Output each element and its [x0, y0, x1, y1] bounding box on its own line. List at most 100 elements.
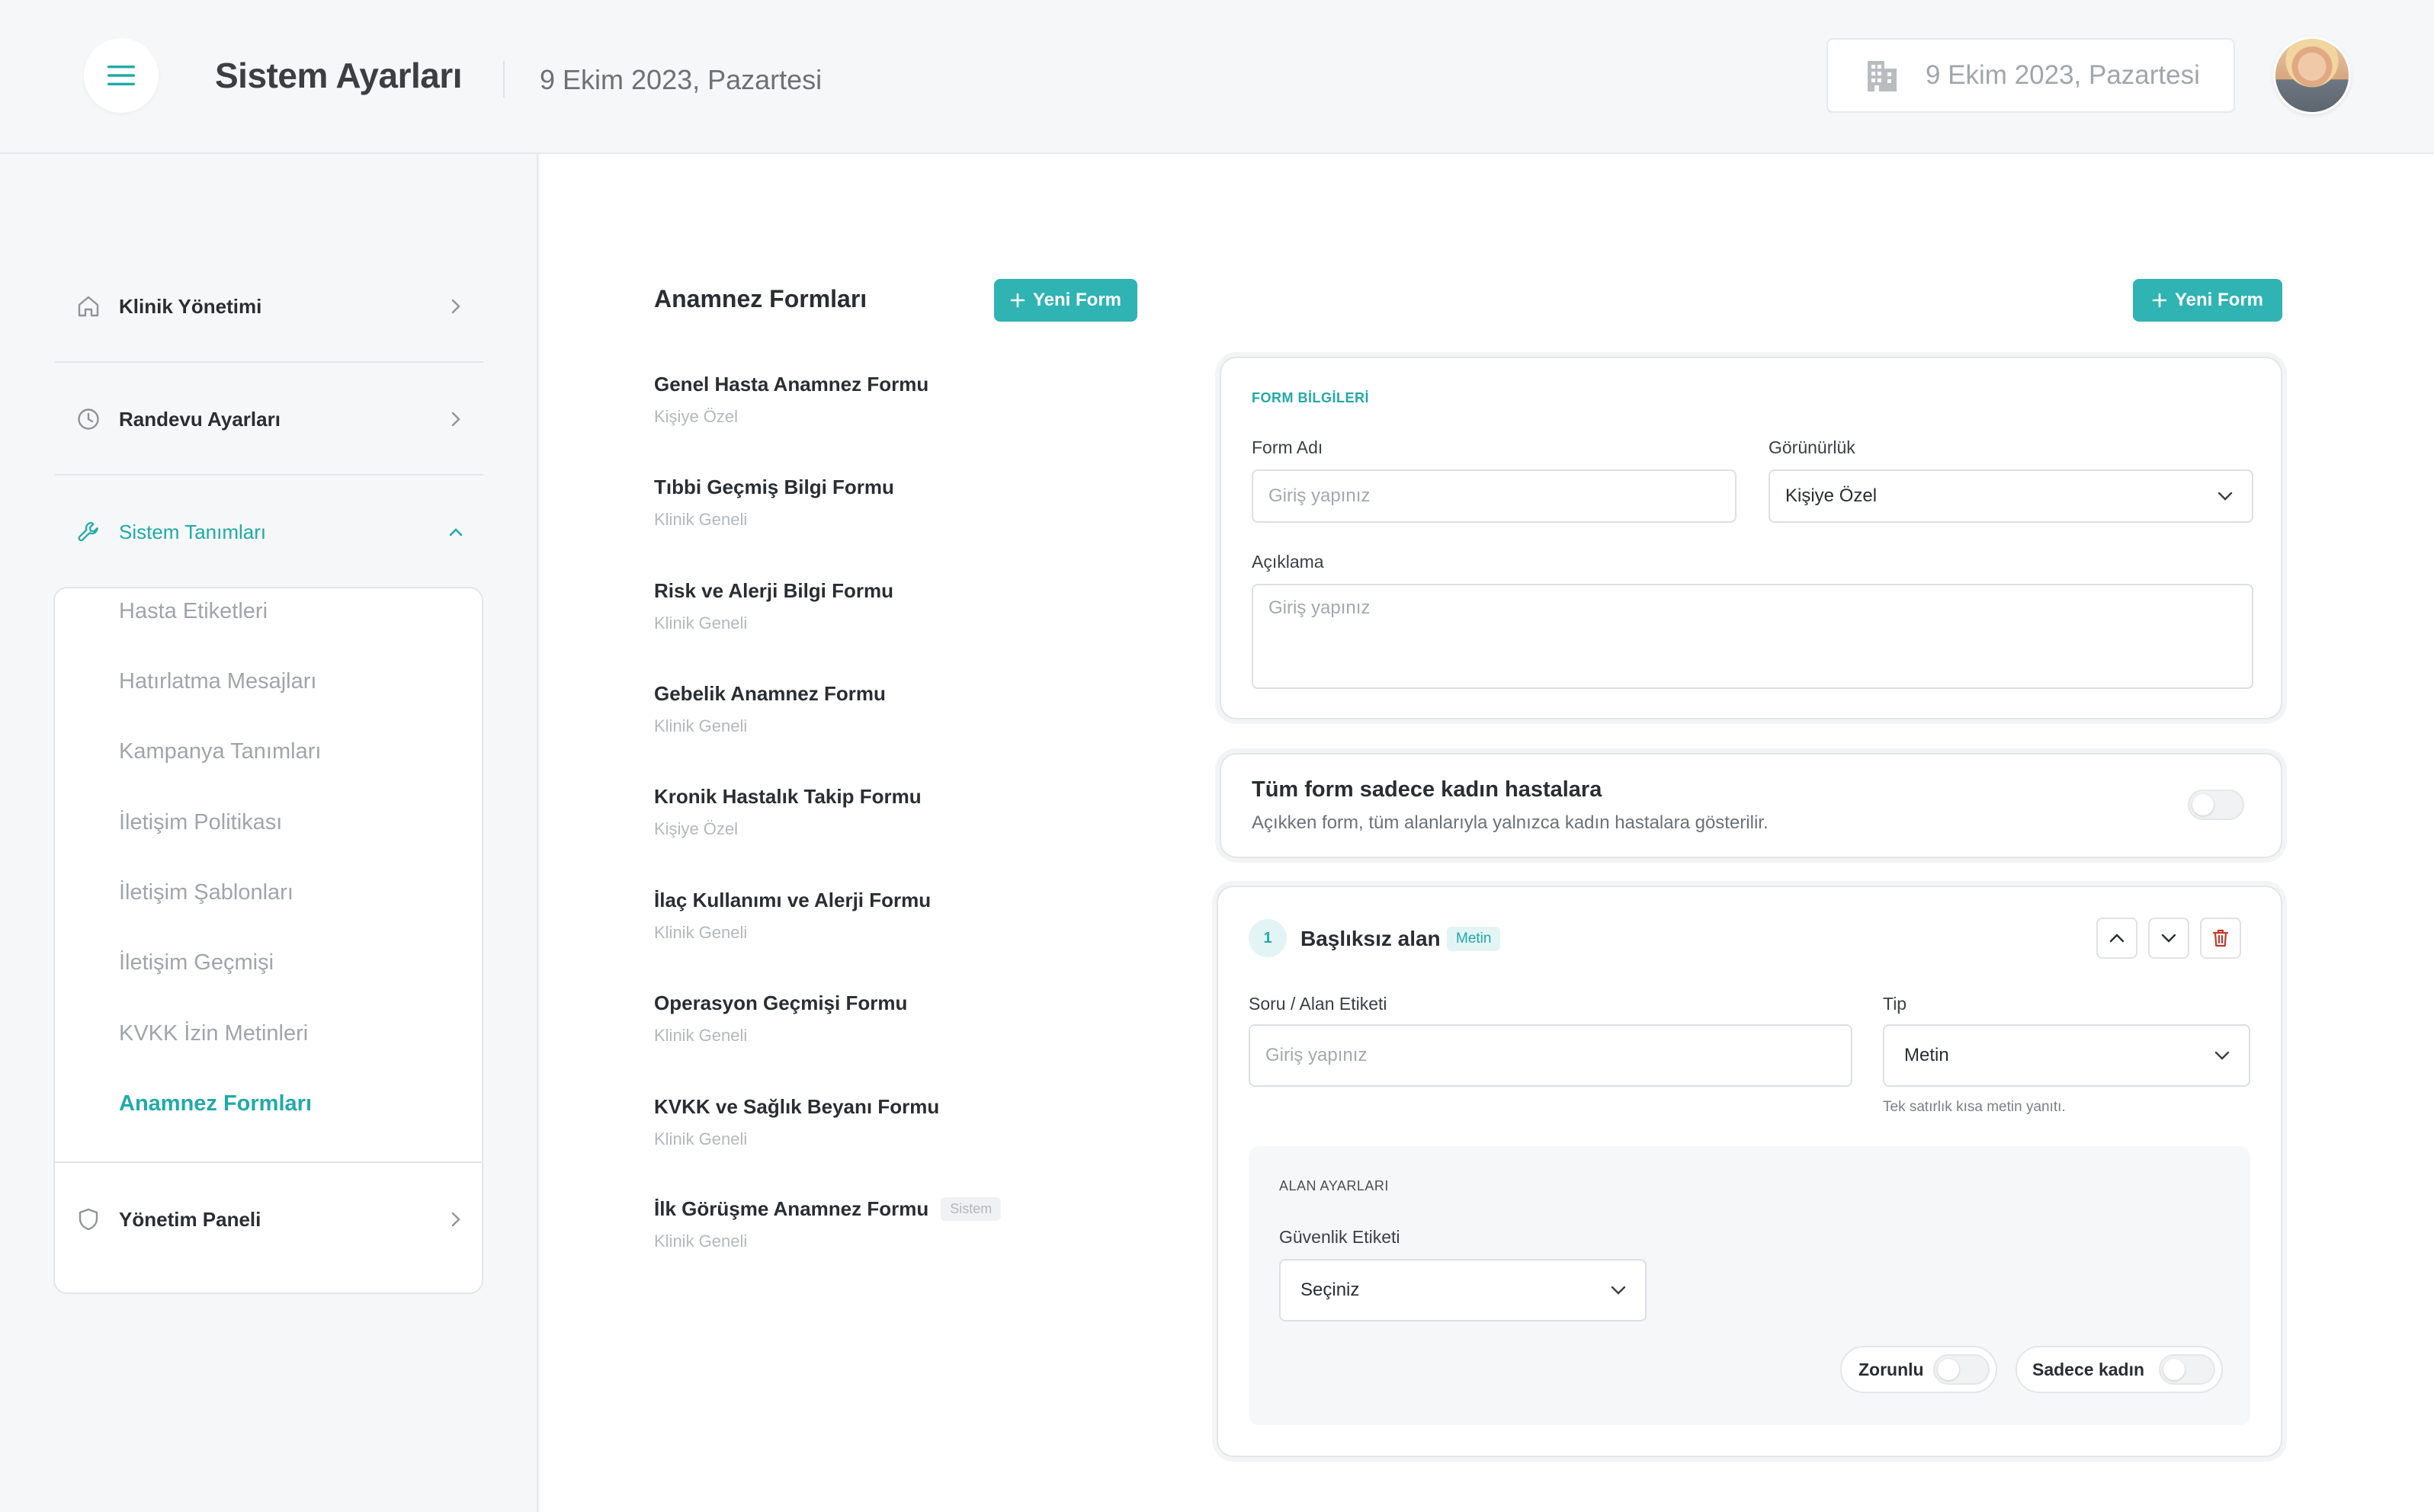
- main-content: Anamnez Formları Yeni Form Genel Hasta A…: [540, 154, 2434, 1512]
- sidebar-item-klinik-yonetimi[interactable]: Klinik Yönetimi: [76, 284, 465, 329]
- submenu-item[interactable]: İletişim Şablonları: [119, 880, 293, 905]
- form-list-item[interactable]: Tıbbi Geçmiş Bilgi Formu Klinik Geneli: [654, 476, 1127, 530]
- form-scope: Klinik Geneli: [654, 510, 748, 529]
- submenu-item[interactable]: İletişim Geçmişi: [119, 950, 274, 975]
- header-date: 9 Ekim 2023, Pazartesi: [540, 64, 823, 95]
- form-info-card: FORM BİLGİLERİ Form Adı Giriş yapınız Gö…: [1220, 357, 2282, 719]
- form-name: Kronik Hastalık Takip Formu: [654, 785, 922, 808]
- plus-icon: [1010, 293, 1025, 308]
- new-form-button-label: Yeni Form: [1032, 290, 1122, 310]
- trash-icon: [2212, 929, 2229, 947]
- required-toggle-pill[interactable]: Zorunlu: [1840, 1346, 1997, 1393]
- title-divider: [503, 61, 505, 98]
- user-avatar[interactable]: [2273, 37, 2351, 114]
- form-list-item[interactable]: İlk Görüşme Anamnez Formu Sistem Klinik …: [654, 1197, 1127, 1251]
- required-toggle[interactable]: [1933, 1354, 1990, 1385]
- form-name-row: İlk Görüşme Anamnez Formu Sistem: [654, 1197, 1127, 1221]
- submenu-item[interactable]: KVKK İzin Metinleri: [119, 1021, 308, 1046]
- form-name-label: Form Adı: [1252, 437, 1323, 457]
- move-down-button[interactable]: [2148, 918, 2189, 959]
- clinic-date: 9 Ekim 2023, Pazartesi: [1926, 60, 2200, 90]
- nav-divider: [55, 474, 483, 476]
- women-only-field-pill[interactable]: Sadece kadın: [2016, 1346, 2223, 1393]
- visibility-value: Kişiye Özel: [1785, 485, 1878, 506]
- submenu-item[interactable]: Hasta Etiketleri: [119, 599, 268, 624]
- menu-button[interactable]: [84, 38, 159, 113]
- clinic-selector[interactable]: 9 Ekim 2023, Pazartesi: [1826, 38, 2235, 113]
- form-name: KVKK ve Sağlık Beyanı Formu: [654, 1095, 940, 1118]
- type-select[interactable]: Metin: [1883, 1024, 2250, 1087]
- women-only-description: Açıkken form, tüm alanlarıyla yalnızca k…: [1252, 812, 1769, 833]
- security-label: Güvenlik Etiketi: [1279, 1227, 1400, 1247]
- sidebar-item-yonetim-paneli[interactable]: Yönetim Paneli: [76, 1196, 465, 1242]
- new-form-button[interactable]: Yeni Form: [994, 279, 1137, 322]
- plus-icon: [2152, 293, 2167, 308]
- women-only-card: Tüm form sadece kadın hastalara Açıkken …: [1220, 753, 2282, 858]
- hamburger-menu-icon: [107, 66, 135, 85]
- nav-divider: [55, 361, 483, 363]
- form-name: İlaç Kullanımı ve Alerji Formu: [654, 889, 932, 911]
- form-list-item[interactable]: Genel Hasta Anamnez Formu Kişiye Özel: [654, 373, 1127, 427]
- chevron-right-icon: [451, 412, 460, 427]
- sidebar: Klinik Yönetimi Randevu Ayarları Sistem …: [0, 154, 538, 1512]
- chevron-right-icon: [451, 1212, 460, 1227]
- form-name: İlk Görüşme Anamnez Formu: [654, 1197, 929, 1220]
- form-name-input[interactable]: Giriş yapınız: [1252, 469, 1737, 523]
- form-scope: Klinik Geneli: [654, 1232, 748, 1251]
- submenu-item-active[interactable]: Anamnez Formları: [119, 1091, 312, 1116]
- field-settings-panel: ALAN AYARLARI Güvenlik Etiketi Seçiniz Z…: [1249, 1146, 2250, 1425]
- women-only-title: Tüm form sadece kadın hastalara: [1252, 777, 1602, 802]
- form-list-item[interactable]: Operasyon Geçmişi Formu Klinik Geneli: [654, 991, 1127, 1046]
- shield-icon: [79, 1208, 98, 1231]
- chevron-down-icon: [2161, 934, 2176, 943]
- form-scope: Kişiye Özel: [654, 819, 739, 838]
- description-textarea[interactable]: Giriş yapınız: [1252, 584, 2253, 689]
- description-label: Açıklama: [1252, 552, 1324, 572]
- women-only-field-toggle[interactable]: [2159, 1354, 2215, 1385]
- visibility-select[interactable]: Kişiye Özel: [1769, 469, 2253, 523]
- sidebar-item-randevu-ayarlari[interactable]: Randevu Ayarları: [76, 396, 465, 442]
- nav-divider: [55, 1161, 483, 1163]
- field-settings-title: ALAN AYARLARI: [1279, 1178, 1389, 1193]
- type-label: Tip: [1883, 994, 1907, 1014]
- women-only-field-label: Sadece kadın: [2032, 1359, 2145, 1379]
- form-name: Operasyon Geçmişi Formu: [654, 991, 908, 1014]
- security-select[interactable]: Seçiniz: [1279, 1259, 1647, 1321]
- submenu-item[interactable]: İletişim Politikası: [119, 810, 282, 835]
- form-list-item[interactable]: Gebelik Anamnez Formu Klinik Geneli: [654, 682, 1127, 736]
- new-form-button-label: Yeni Form: [2174, 290, 2264, 310]
- form-list-item[interactable]: İlaç Kullanımı ve Alerji Formu Klinik Ge…: [654, 889, 1127, 943]
- form-name: Gebelik Anamnez Formu: [654, 682, 886, 705]
- form-list-item[interactable]: Risk ve Alerji Bilgi Formu Klinik Geneli: [654, 579, 1127, 633]
- home-icon: [78, 296, 99, 317]
- sidebar-item-label: Yönetim Paneli: [119, 1207, 261, 1231]
- type-hint: Tek satırlık kısa metin yanıtı.: [1883, 1099, 2066, 1115]
- field-type-badge: Metin: [1447, 927, 1501, 951]
- delete-field-button[interactable]: [2200, 918, 2241, 959]
- chevron-down-icon: [1611, 1286, 1626, 1295]
- question-label: Soru / Alan Etiketi: [1249, 994, 1387, 1014]
- visibility-label: Görünürlük: [1769, 437, 1855, 457]
- chevron-up-icon: [449, 528, 463, 537]
- submenu-item[interactable]: Hatırlatma Mesajları: [119, 669, 316, 694]
- security-value: Seçiniz: [1300, 1280, 1360, 1300]
- forms-list-title: Anamnez Formları: [654, 285, 867, 312]
- women-only-toggle[interactable]: [2188, 790, 2244, 820]
- clock-icon: [78, 408, 99, 430]
- submenu-sistem-tanimlari: Hasta Etiketleri Hatırlatma Mesajları Ka…: [53, 587, 483, 1294]
- move-up-button[interactable]: [2096, 918, 2137, 959]
- submenu-item[interactable]: Kampanya Tanımları: [119, 739, 321, 764]
- sidebar-item-label: Sistem Tanımları: [119, 520, 267, 543]
- question-input[interactable]: Giriş yapınız: [1249, 1024, 1852, 1087]
- chevron-down-icon: [2214, 1051, 2230, 1060]
- field-title: Başlıksız alan: [1300, 927, 1441, 950]
- form-scope: Klinik Geneli: [654, 1129, 748, 1148]
- building-icon: [1868, 61, 1897, 91]
- form-list-item[interactable]: KVKK ve Sağlık Beyanı Formu Klinik Genel…: [654, 1095, 1127, 1149]
- form-name: Risk ve Alerji Bilgi Formu: [654, 579, 894, 602]
- type-value: Metin: [1904, 1045, 1949, 1065]
- new-form-button-right[interactable]: Yeni Form: [2133, 279, 2282, 322]
- form-list-item[interactable]: Kronik Hastalık Takip Formu Kişiye Özel: [654, 785, 1127, 839]
- sidebar-item-sistem-tanimlari[interactable]: Sistem Tanımları: [76, 509, 465, 555]
- chevron-up-icon: [2109, 934, 2125, 943]
